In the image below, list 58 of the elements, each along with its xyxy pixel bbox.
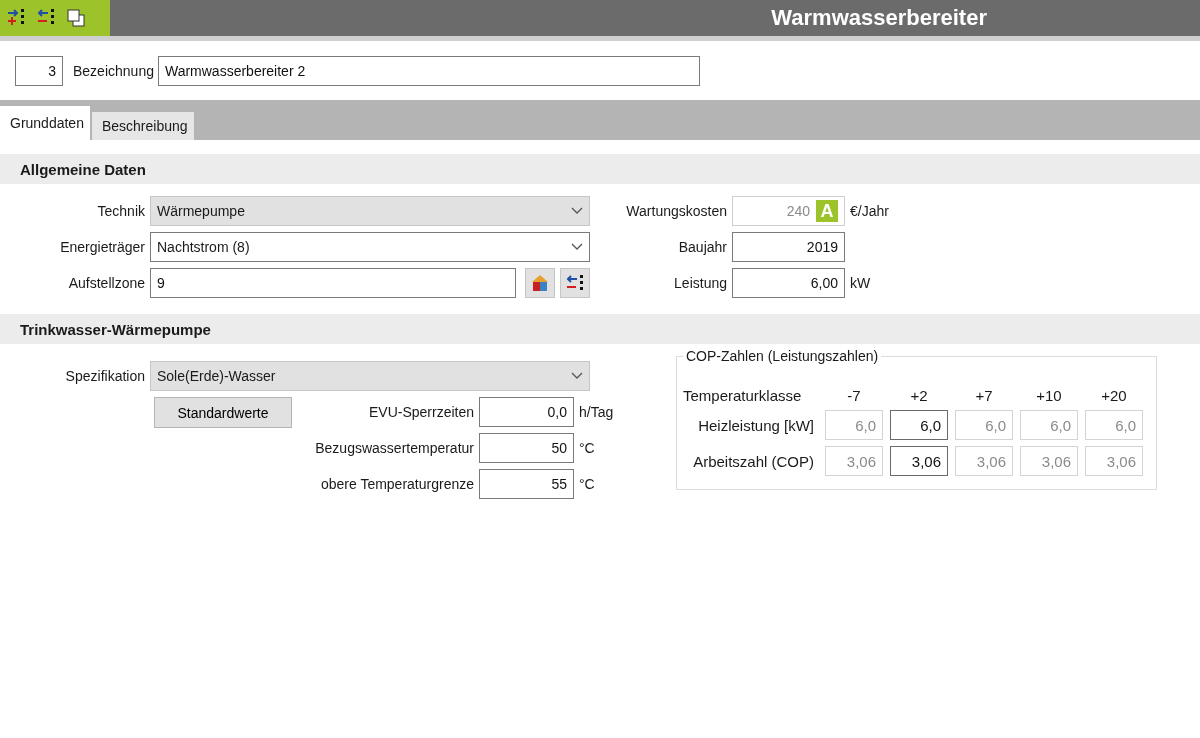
remove-arrow-icon: [36, 8, 56, 26]
unit-label: h/Tag: [579, 404, 615, 420]
chevron-down-icon: [571, 372, 583, 380]
group-title: COP-Zahlen (Leistungszahlen): [683, 348, 882, 364]
column-header: Temperaturklasse: [683, 387, 803, 404]
tab[interactable]: Beschreibung: [91, 112, 194, 140]
chevron-down-icon: [571, 243, 583, 251]
field-label: Bezeichnung: [73, 62, 154, 79]
house-icon: [530, 273, 550, 293]
row-label: Arbeitszahl (COP): [692, 452, 815, 470]
number-field[interactable]: 3: [15, 55, 63, 86]
add-arrow-button[interactable]: [6, 8, 26, 28]
input-field[interactable]: 2019: [732, 232, 845, 262]
unit-label: °C: [579, 476, 596, 492]
arrow-button[interactable]: [560, 268, 590, 298]
value-field[interactable]: 6,0: [890, 410, 948, 440]
input-field[interactable]: 0,0: [479, 397, 574, 427]
column-header: +2: [909, 387, 929, 404]
field-label: obere Temperaturgrenze: [319, 476, 474, 492]
row-label: Heizleistung [kW]: [697, 416, 815, 434]
arrow-icon: [565, 274, 585, 292]
input-field[interactable]: 50: [479, 433, 574, 463]
input-field[interactable]: 55: [479, 469, 574, 499]
add-arrow-icon: [6, 8, 26, 26]
field-label: Technik: [96, 203, 145, 219]
defaults-button[interactable]: Standardwerte: [154, 397, 292, 428]
dropdown[interactable]: Nachtstrom (8): [150, 232, 590, 262]
field-value: 240: [786, 203, 810, 219]
input-field[interactable]: 6,00: [732, 268, 845, 298]
column-header: +10: [1035, 387, 1063, 404]
value-field[interactable]: 3,06: [890, 446, 948, 476]
unit-label: kW: [850, 275, 871, 291]
auto-badge: A: [816, 200, 838, 222]
name-field[interactable]: Warmwasserbereiter 2: [157, 55, 700, 86]
field-label: Energieträger: [59, 239, 145, 255]
section-title: Trinkwasser-Wärmepumpe: [20, 320, 211, 338]
input-field[interactable]: 9: [150, 268, 516, 298]
house-button[interactable]: [525, 268, 555, 298]
column-header: -7: [846, 387, 862, 404]
window-title: Warmwasserbereiter: [771, 5, 987, 31]
field-value: 2019: [806, 239, 838, 255]
field-value: 6,00: [810, 275, 838, 291]
field-label: Baujahr: [677, 239, 727, 255]
field-label: Wartungskosten: [625, 203, 727, 219]
unit-label: °C: [579, 440, 596, 456]
column-header: +20: [1100, 387, 1128, 404]
tab[interactable]: Grunddaten: [0, 106, 90, 140]
field-label: Aufstellzone: [67, 275, 145, 291]
field-label: Spezifikation: [64, 368, 145, 384]
column-header: +7: [974, 387, 994, 404]
field-label: EVU-Sperrzeiten: [367, 404, 474, 420]
unit-label: €/Jahr: [850, 203, 889, 219]
copy-icon: [66, 8, 86, 28]
field-label: Bezugswassertemperatur: [314, 440, 474, 456]
field-label: Leistung: [673, 275, 727, 291]
section-title: Allgemeine Daten: [20, 160, 146, 178]
copy-button[interactable]: [66, 8, 86, 28]
chevron-down-icon: [571, 207, 583, 215]
